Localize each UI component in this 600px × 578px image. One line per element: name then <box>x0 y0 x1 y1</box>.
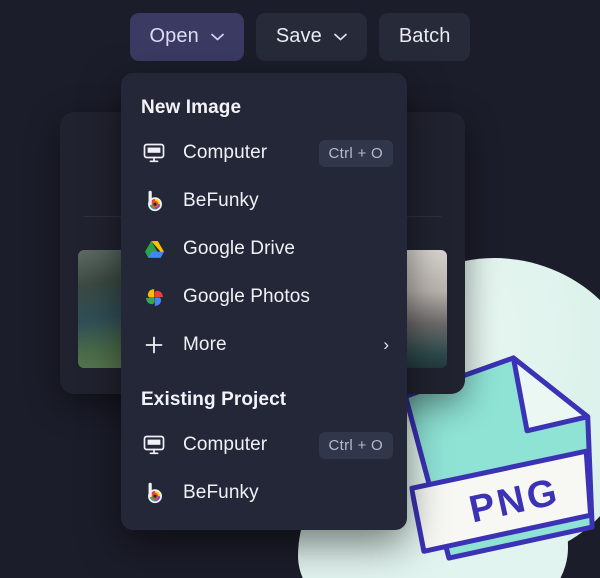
menu-item-label: Computer <box>183 142 268 163</box>
befunky-open-menu-screen: PNG Ple o Open Save <box>0 0 600 578</box>
menu-section-gap <box>121 369 407 383</box>
batch-button[interactable]: Batch <box>378 12 471 61</box>
menu-section-heading-existing-project: Existing Project <box>141 389 287 410</box>
menu-item-label: Google Photos <box>183 286 310 307</box>
monitor-icon <box>141 432 167 458</box>
menu-item-label: BeFunky <box>183 482 259 503</box>
menu-section-heading-new-image: New Image <box>141 97 242 118</box>
menu-item-new-image-more[interactable]: More › <box>121 321 407 369</box>
google-photos-icon <box>141 284 167 310</box>
befunky-icon <box>141 480 167 506</box>
open-button-label: Open <box>149 25 199 47</box>
save-button[interactable]: Save <box>255 12 367 61</box>
menu-item-new-image-befunky[interactable]: BeFunky <box>121 177 407 225</box>
chevron-right-icon: › <box>383 335 389 354</box>
menu-item-label: BeFunky <box>183 190 259 211</box>
open-button[interactable]: Open <box>129 12 244 61</box>
menu-item-existing-project-computer[interactable]: Computer Ctrl + O <box>121 421 407 469</box>
menu-item-label: Computer <box>183 434 268 455</box>
top-toolbar: Open Save Batch <box>0 0 600 73</box>
plus-icon <box>141 332 167 358</box>
chevron-down-icon <box>333 33 347 40</box>
menu-item-new-image-computer[interactable]: Computer Ctrl + O <box>121 129 407 177</box>
menu-item-new-image-google-drive[interactable]: Google Drive <box>121 225 407 273</box>
batch-button-label: Batch <box>398 25 451 47</box>
menu-item-existing-project-befunky[interactable]: BeFunky <box>121 469 407 517</box>
open-dropdown-menu: New Image Computer Ctrl + O BeFunky Goog… <box>121 73 407 530</box>
menu-item-label: More <box>183 334 227 355</box>
shortcut-badge: Ctrl + O <box>318 431 393 459</box>
monitor-icon <box>141 140 167 166</box>
save-button-label: Save <box>275 25 322 47</box>
google-drive-icon <box>141 236 167 262</box>
befunky-icon <box>141 188 167 214</box>
chevron-down-icon <box>210 33 224 40</box>
menu-item-new-image-google-photos[interactable]: Google Photos <box>121 273 407 321</box>
shortcut-badge: Ctrl + O <box>318 139 393 167</box>
menu-item-label: Google Drive <box>183 238 296 259</box>
